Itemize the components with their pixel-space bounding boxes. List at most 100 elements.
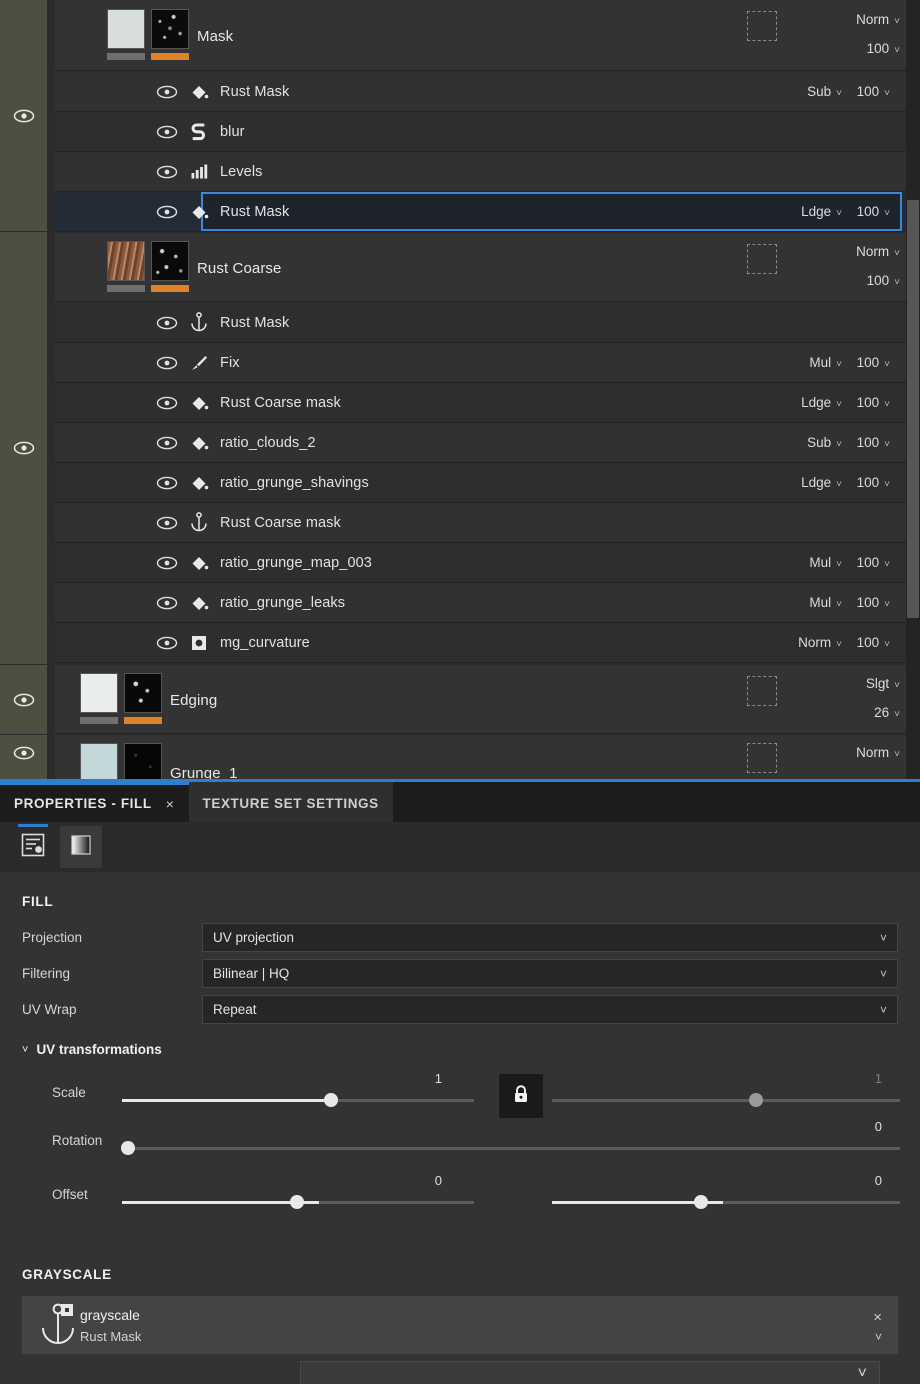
eye-icon[interactable] — [156, 316, 178, 330]
group-visibility-band-edging[interactable] — [0, 665, 47, 734]
blend-mode-dropdown[interactable]: Sub ˅ — [807, 84, 842, 99]
eye-icon[interactable] — [156, 556, 178, 570]
mask-thumbnail[interactable] — [151, 241, 189, 281]
scale-u-knob[interactable] — [324, 1093, 338, 1107]
remove-grayscale-button[interactable]: × — [873, 1309, 882, 1326]
opacity-dropdown[interactable]: 100 ˅ — [857, 475, 890, 490]
offset-u-knob[interactable] — [290, 1195, 304, 1209]
rotation-value[interactable]: 0 — [822, 1119, 882, 1134]
layer-name[interactable]: Rust Coarse mask — [220, 515, 341, 531]
effects-placeholder-box[interactable] — [747, 676, 777, 706]
opacity-dropdown[interactable]: 26 ˅ — [874, 705, 900, 720]
layer-row[interactable]: blur × — [55, 112, 920, 152]
layer-name[interactable]: ratio_clouds_2 — [220, 435, 316, 451]
scale-v-knob[interactable] — [749, 1093, 763, 1107]
eye-icon[interactable] — [156, 205, 178, 219]
blend-mode-dropdown[interactable]: Ldge ˅ — [801, 475, 842, 490]
layer-group-row-edging[interactable]: Edging Slgt ˅ 26 ˅ — [55, 665, 920, 734]
projection-dropdown[interactable]: UV projection ˅ — [202, 923, 898, 952]
eye-icon[interactable] — [13, 441, 35, 455]
scale-u-value[interactable]: 1 — [382, 1071, 442, 1086]
layer-row[interactable]: ratio_grunge_shavings Ldge˅ 100˅ × — [55, 463, 920, 503]
blend-mode-dropdown[interactable]: Norm ˅ — [856, 12, 900, 27]
layer-row[interactable]: Rust Mask Sub˅ 100˅ × — [55, 72, 920, 112]
eye-icon[interactable] — [13, 693, 35, 707]
mask-thumbnail[interactable] — [124, 743, 162, 783]
group-visibility-band-rust-coarse[interactable] — [0, 232, 47, 664]
layer-name[interactable]: mg_curvature — [220, 635, 310, 651]
layer-scrollbar-track[interactable] — [906, 0, 920, 785]
layer-name[interactable]: Rust Mask — [220, 315, 289, 331]
opacity-dropdown[interactable]: 100 ˅ — [857, 635, 890, 650]
blend-mode-dropdown[interactable]: Norm ˅ — [856, 745, 900, 760]
opacity-dropdown[interactable]: 100 ˅ — [857, 595, 890, 610]
layer-row-selected[interactable]: Rust Mask Ldge˅ 100˅ × — [55, 192, 920, 232]
tab-properties-fill[interactable]: PROPERTIES - FILL × — [0, 782, 189, 822]
layer-thumbnail[interactable] — [80, 743, 118, 783]
layer-thumbnail[interactable] — [80, 673, 118, 713]
eye-icon[interactable] — [156, 165, 178, 179]
layer-name[interactable]: ratio_grunge_map_003 — [220, 555, 372, 571]
mask-thumbnail[interactable] — [124, 673, 162, 713]
layer-row[interactable]: Levels × — [55, 152, 920, 192]
eye-icon[interactable] — [13, 746, 35, 760]
opacity-dropdown[interactable]: 100 ˅ — [867, 41, 900, 56]
layer-name[interactable]: ratio_grunge_shavings — [220, 475, 369, 491]
eye-icon[interactable] — [156, 516, 178, 530]
layer-name[interactable]: Rust Mask — [220, 204, 289, 220]
eye-icon[interactable] — [156, 636, 178, 650]
scale-v-track[interactable] — [552, 1099, 900, 1102]
layer-group-row-mask[interactable]: Mask Norm ˅ 100 ˅ — [55, 0, 920, 71]
uv-wrap-dropdown[interactable]: Repeat ˅ — [202, 995, 898, 1024]
opacity-dropdown[interactable]: 100 ˅ — [857, 395, 890, 410]
layer-name[interactable]: Levels — [220, 164, 263, 180]
opacity-dropdown[interactable]: 100 ˅ — [857, 355, 890, 370]
layer-name[interactable]: Rust Coarse — [197, 260, 281, 277]
layer-group-row-grunge[interactable]: Grunge_1 Norm ˅ — [55, 735, 920, 785]
effects-placeholder-box[interactable] — [747, 743, 777, 773]
offset-v-knob[interactable] — [694, 1195, 708, 1209]
offset-v-value[interactable]: 0 — [822, 1173, 882, 1188]
layer-row[interactable]: ratio_grunge_leaks Mul˅ 100˅ × — [55, 583, 920, 623]
opacity-dropdown[interactable]: 100 ˅ — [867, 273, 900, 288]
layer-name[interactable]: Rust Mask — [220, 84, 289, 100]
effects-placeholder-box[interactable] — [747, 11, 777, 41]
blend-mode-dropdown[interactable]: Slgt ˅ — [866, 676, 900, 691]
eye-icon[interactable] — [13, 109, 35, 123]
blend-mode-dropdown[interactable]: Ldge ˅ — [801, 395, 842, 410]
offset-v-track[interactable] — [552, 1201, 900, 1204]
eye-icon[interactable] — [156, 596, 178, 610]
layer-row[interactable]: Rust Mask × — [55, 303, 920, 343]
eye-icon[interactable] — [156, 125, 178, 139]
layer-row[interactable]: ratio_clouds_2 Sub˅ 100˅ × — [55, 423, 920, 463]
eye-icon[interactable] — [156, 356, 178, 370]
layer-scrollbar-thumb[interactable] — [907, 200, 919, 618]
partial-dropdown-below[interactable]: ˅ — [300, 1361, 880, 1384]
layer-thumbnail[interactable] — [107, 241, 145, 281]
opacity-dropdown[interactable]: 100 ˅ — [857, 435, 890, 450]
blend-mode-dropdown[interactable]: Mul ˅ — [809, 555, 842, 570]
layer-name[interactable]: Rust Coarse mask — [220, 395, 341, 411]
blend-mode-dropdown[interactable]: Norm ˅ — [856, 244, 900, 259]
layer-name[interactable]: Edging — [170, 692, 217, 709]
scale-v-value[interactable]: 1 — [822, 1071, 882, 1086]
layer-row[interactable]: Rust Coarse mask × — [55, 503, 920, 543]
close-icon[interactable]: × — [166, 796, 175, 812]
group-visibility-band-mask[interactable] — [0, 0, 47, 231]
eye-icon[interactable] — [156, 436, 178, 450]
eye-icon[interactable] — [156, 396, 178, 410]
layer-row[interactable]: ratio_grunge_map_003 Mul˅ 100˅ × — [55, 543, 920, 583]
tab-parameters[interactable] — [12, 824, 54, 868]
layer-row[interactable]: Rust Coarse mask Ldge˅ 100˅ × — [55, 383, 920, 423]
layer-row[interactable]: mg_curvature Norm˅ 100˅ × — [55, 623, 920, 663]
blend-mode-dropdown[interactable]: Ldge ˅ — [801, 204, 842, 219]
layer-name[interactable]: ratio_grunge_leaks — [220, 595, 345, 611]
layer-stack-panel[interactable]: Mask Norm ˅ 100 ˅ Rust Mask Sub ˅ 100 ˅ … — [0, 0, 920, 785]
blend-mode-dropdown[interactable]: Mul ˅ — [809, 595, 842, 610]
blend-mode-dropdown[interactable]: Sub ˅ — [807, 435, 842, 450]
opacity-dropdown[interactable]: 100 ˅ — [857, 84, 890, 99]
eye-icon[interactable] — [156, 476, 178, 490]
layer-thumbnail[interactable] — [107, 9, 145, 49]
chevron-down-icon[interactable]: ˅ — [875, 1330, 882, 1344]
opacity-dropdown[interactable]: 100 ˅ — [857, 204, 890, 219]
